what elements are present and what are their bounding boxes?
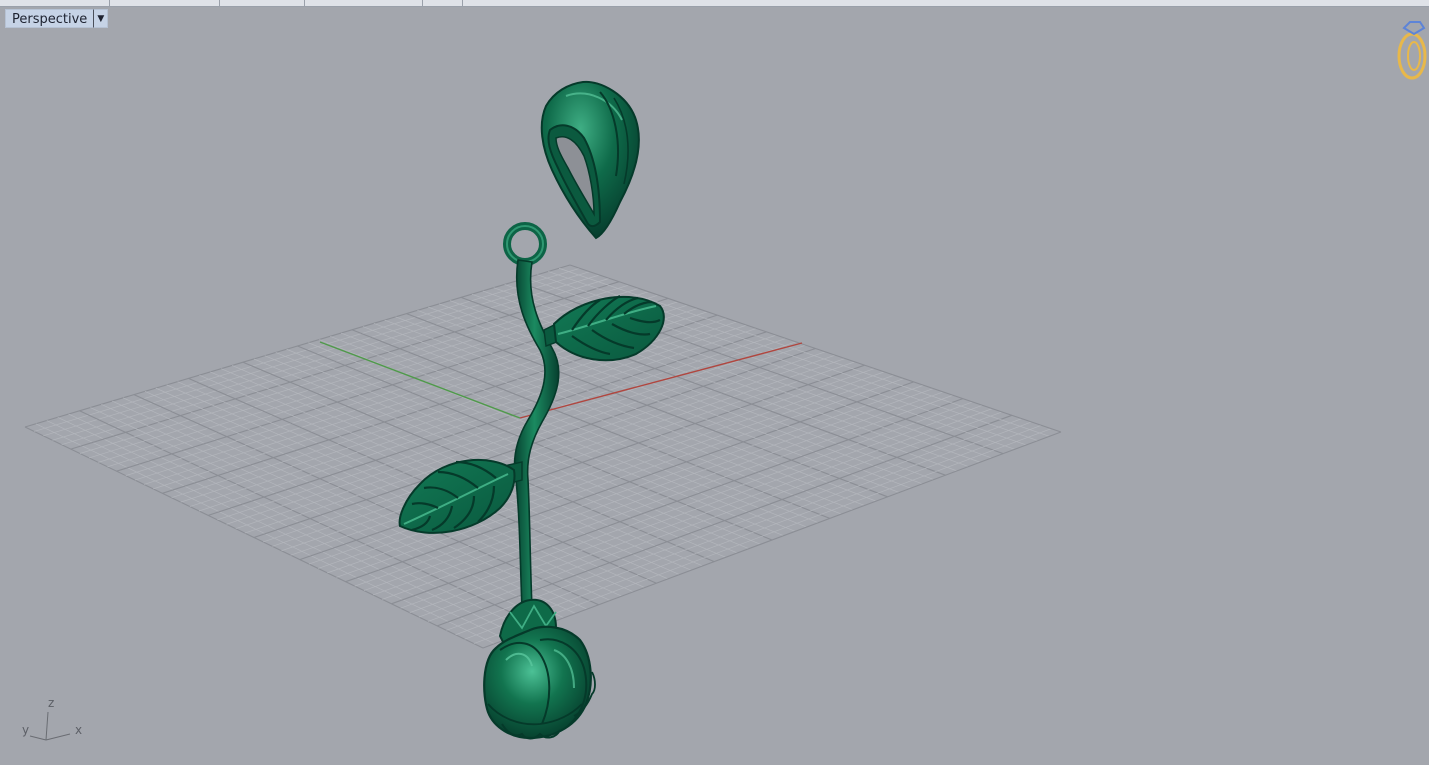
grid-minor-line (464, 424, 1042, 640)
grid-minor-line (473, 428, 1052, 644)
rhino-viewport-window[interactable]: z y x Perspective ▼ (0, 0, 1429, 765)
pendant-model[interactable] (398, 80, 665, 740)
construction-grid (24, 264, 1062, 649)
grid-minor-line (330, 335, 807, 528)
rose-bud-part[interactable] (483, 598, 596, 740)
axis-label-y: y (22, 723, 29, 737)
ring-logo-icon (1397, 21, 1427, 80)
grid-minor-line (427, 411, 1003, 622)
viewport-title[interactable]: Perspective (5, 9, 94, 28)
jump-ring[interactable] (503, 222, 547, 266)
axis-label-z: z (48, 696, 54, 710)
grid-minor-line (327, 374, 895, 574)
grid-minor-line (318, 371, 885, 569)
viewport-header: Perspective ▼ (5, 9, 109, 28)
3d-viewport-canvas[interactable]: z y x (0, 0, 1429, 765)
triangle-down-icon: ▼ (97, 13, 105, 24)
axis-orientation-widget: z y x (22, 696, 82, 741)
lower-leaf[interactable] (398, 459, 523, 534)
grid-minor-line (336, 378, 904, 578)
grid-minor-line (418, 408, 993, 618)
bail-part[interactable] (540, 80, 640, 240)
viewport-menu-button[interactable]: ▼ (93, 9, 109, 28)
grid-major-line (297, 345, 773, 541)
axis-label-x: x (75, 723, 82, 737)
